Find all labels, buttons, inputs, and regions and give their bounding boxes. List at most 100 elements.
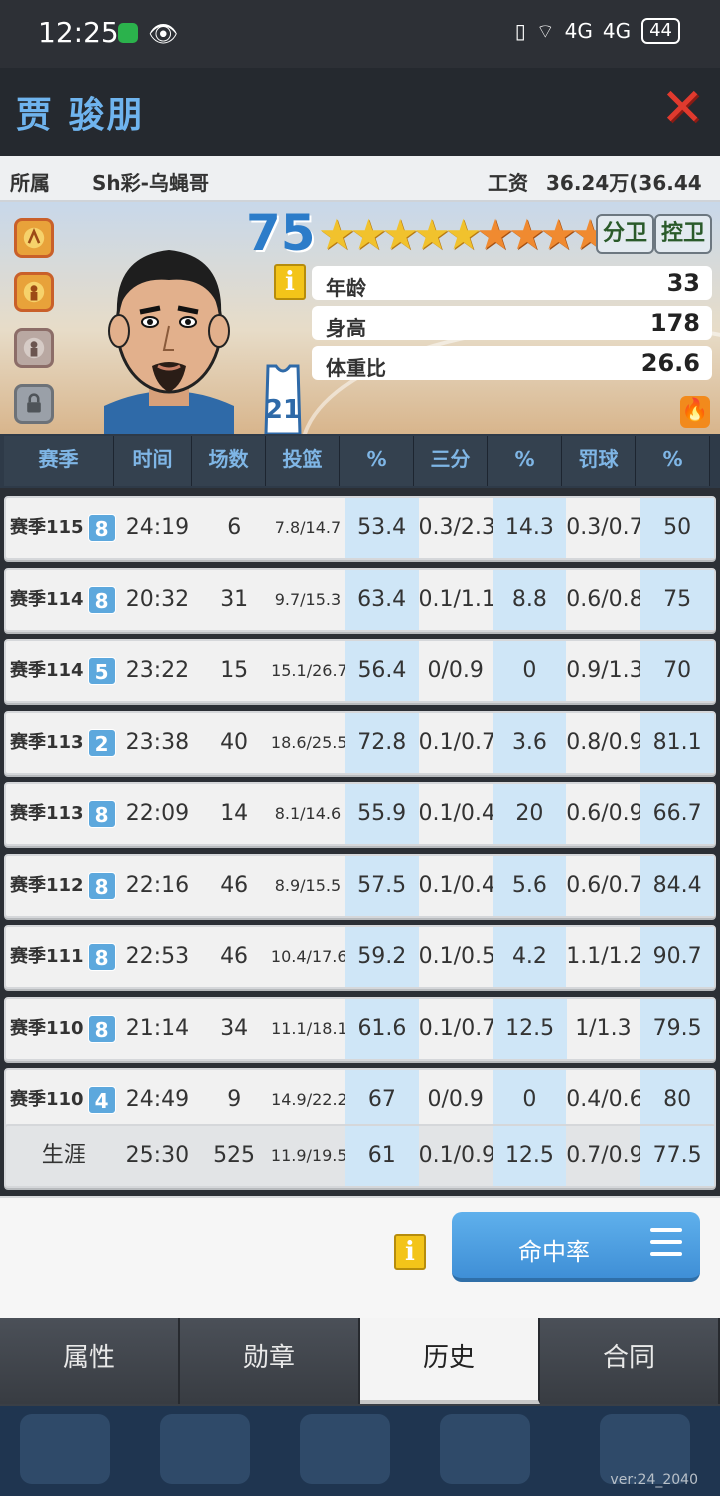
row-fg: 8.9/15.5 bbox=[274, 876, 342, 895]
row-fg-pct: 63.4 bbox=[344, 570, 419, 630]
tab-contract[interactable]: 合同 bbox=[540, 1318, 720, 1404]
jersey-icon: 21 bbox=[258, 362, 308, 434]
season-label: 赛季114 bbox=[10, 589, 84, 610]
row-fg-pct: 61 bbox=[344, 1126, 419, 1186]
skill-badge-2-icon[interactable] bbox=[14, 272, 54, 312]
tab-medals[interactable]: 勋章 bbox=[180, 1318, 360, 1404]
bottom-panel: i 命中率 bbox=[0, 1196, 720, 1318]
skill-badge-3-icon[interactable] bbox=[14, 328, 54, 368]
table-row[interactable]: 赛季113 2 23:38 40 18.6/25.5 72.8 0.1/0.7 3.6 0.8/… bbox=[4, 711, 716, 775]
signal-icon: 4G bbox=[564, 19, 593, 43]
row-ft: 0.7/0.9 bbox=[566, 1143, 644, 1168]
level-badge: 5 bbox=[87, 657, 116, 685]
col-fg: 投篮 bbox=[266, 436, 340, 486]
footer-area: ver:24_2040 bbox=[0, 1406, 720, 1496]
row-games: 46 bbox=[220, 873, 249, 898]
row-fg-pct: 57.5 bbox=[344, 856, 419, 916]
career-row: 生涯 25:30 525 11.9/19.5 61 0.1/0.9 12.5 0.7/0.9 7… bbox=[4, 1124, 716, 1188]
star-icon: ★ bbox=[349, 210, 388, 259]
info-icon[interactable]: i bbox=[274, 264, 306, 300]
star-icon: ★ bbox=[539, 210, 578, 259]
table-row[interactable]: 赛季115 8 24:19 6 7.8/14.7 53.4 0.3/2.3 14.3 0.3/0… bbox=[4, 496, 716, 560]
skill-badge-1-icon[interactable] bbox=[14, 218, 54, 258]
row-3pt: 0.1/0.9 bbox=[418, 1143, 496, 1168]
player-avatar bbox=[104, 250, 234, 434]
row-3pt-pct: 12.5 bbox=[492, 1126, 567, 1186]
row-ft-pct: 70 bbox=[640, 641, 714, 701]
row-time: 22:09 bbox=[125, 801, 190, 826]
jersey-number: 21 bbox=[265, 395, 301, 425]
col-games: 场数 bbox=[192, 436, 266, 486]
star-icon: ★ bbox=[381, 210, 419, 259]
row-games: 9 bbox=[227, 1087, 242, 1112]
table-row[interactable]: 赛季114 5 23:22 15 15.1/26.7 56.4 0/0.9 0 0.9/1.3 7… bbox=[4, 639, 716, 703]
row-fg: 11.9/19.5 bbox=[270, 1146, 348, 1165]
row-games: 34 bbox=[220, 1016, 249, 1041]
hit-rate-button[interactable]: 命中率 bbox=[452, 1212, 700, 1282]
row-3pt-pct: 5.6 bbox=[492, 856, 567, 916]
attr-value: 178 bbox=[649, 309, 700, 337]
row-fg: 11.1/18.1 bbox=[271, 1019, 348, 1038]
row-fg: 18.6/25.5 bbox=[270, 733, 348, 752]
battery-icon: 44 bbox=[641, 18, 680, 44]
row-3pt-pct: 3.6 bbox=[492, 713, 567, 773]
table-row[interactable]: 赛季114 8 20:32 31 9.7/15.3 63.4 0.1/1.1 8.8 0.6/0… bbox=[4, 568, 716, 632]
table-row[interactable]: 赛季110 8 21:14 34 11.1/18.1 61.6 0.1/0.7 12.5 1/1… bbox=[4, 997, 716, 1061]
table-row[interactable]: 赛季111 8 22:53 46 10.4/17.6 59.2 0.1/0.5 4.2 1.1/… bbox=[4, 925, 716, 989]
info-icon[interactable]: i bbox=[394, 1234, 426, 1270]
row-games: 525 bbox=[213, 1143, 256, 1168]
row-3pt-pct: 12.5 bbox=[492, 999, 567, 1059]
status-bar: 12:25 👁 ▯ ⌔ 4G 4G 44 bbox=[0, 0, 720, 68]
close-icon[interactable]: ✕ bbox=[660, 82, 704, 134]
table-row[interactable]: 赛季113 8 22:09 14 8.1/14.6 55.9 0.1/0.4 20 0.6/0.… bbox=[4, 782, 716, 846]
row-3pt: 0.1/0.7 bbox=[418, 1016, 497, 1041]
row-season: 赛季113 8 bbox=[6, 784, 118, 844]
col-fg-pct: % bbox=[340, 436, 414, 486]
level-badge: 8 bbox=[87, 586, 116, 614]
star-icon: ★ bbox=[507, 210, 546, 259]
row-fg-pct: 72.8 bbox=[344, 713, 419, 773]
row-ft-pct: 81.1 bbox=[640, 713, 714, 773]
team-label: 所属 bbox=[10, 171, 50, 195]
version-label: ver:24_2040 bbox=[610, 1472, 698, 1488]
vibrate-icon: ▯ bbox=[514, 19, 526, 43]
fire-icon[interactable]: 🔥 bbox=[680, 396, 710, 428]
row-ft-pct: 84.4 bbox=[640, 856, 714, 916]
attr-label: 体重比 bbox=[326, 356, 386, 380]
row-3pt: 0/0.9 bbox=[427, 658, 484, 683]
row-fg-pct: 53.4 bbox=[344, 498, 419, 558]
table-row[interactable]: 赛季110 4 24:49 9 14.9/22.2 67 0/0.9 0 0.4/0.6 80 bbox=[4, 1068, 716, 1132]
row-games: 46 bbox=[220, 944, 249, 969]
row-games: 31 bbox=[220, 587, 249, 612]
row-season: 赛季110 8 bbox=[6, 999, 118, 1059]
level-badge: 8 bbox=[87, 514, 116, 542]
season-label: 赛季110 bbox=[10, 1018, 84, 1039]
lock-icon[interactable] bbox=[14, 384, 54, 424]
row-ft: 0.3/0.7 bbox=[566, 515, 644, 540]
row-season: 生涯 bbox=[41, 1143, 86, 1168]
tab-history[interactable]: 历史 bbox=[360, 1318, 540, 1404]
attr-age: 年龄 33 bbox=[312, 266, 712, 300]
row-3pt-pct: 0 bbox=[492, 641, 567, 701]
nav-ghost-icon bbox=[20, 1414, 110, 1484]
table-row[interactable]: 赛季112 8 22:16 46 8.9/15.5 57.5 0.1/0.4 5.6 0.6/0… bbox=[4, 854, 716, 918]
row-ft: 0.6/0.7 bbox=[566, 873, 644, 898]
season-label: 赛季113 bbox=[10, 732, 84, 753]
tab-bar: 属性 勋章 历史 合同 bbox=[0, 1318, 720, 1406]
row-games: 15 bbox=[220, 658, 249, 683]
row-ft-pct: 80 bbox=[640, 1070, 714, 1130]
row-3pt-pct: 8.8 bbox=[492, 570, 567, 630]
col-3pt-pct: % bbox=[488, 436, 562, 486]
row-games: 6 bbox=[227, 515, 242, 540]
row-3pt: 0.1/0.7 bbox=[418, 730, 496, 755]
row-fg-pct: 59.2 bbox=[344, 927, 419, 987]
season-label: 赛季112 bbox=[10, 875, 84, 896]
season-label: 赛季110 bbox=[10, 1089, 84, 1110]
attr-label: 身高 bbox=[326, 316, 366, 340]
row-ft: 0.9/1.3 bbox=[566, 658, 644, 683]
hit-rate-label: 命中率 bbox=[518, 1238, 590, 1266]
level-badge: 8 bbox=[87, 943, 116, 971]
tab-attributes[interactable]: 属性 bbox=[0, 1318, 180, 1404]
row-ft-pct: 79.5 bbox=[640, 999, 714, 1059]
row-season: 赛季115 8 bbox=[6, 498, 118, 558]
